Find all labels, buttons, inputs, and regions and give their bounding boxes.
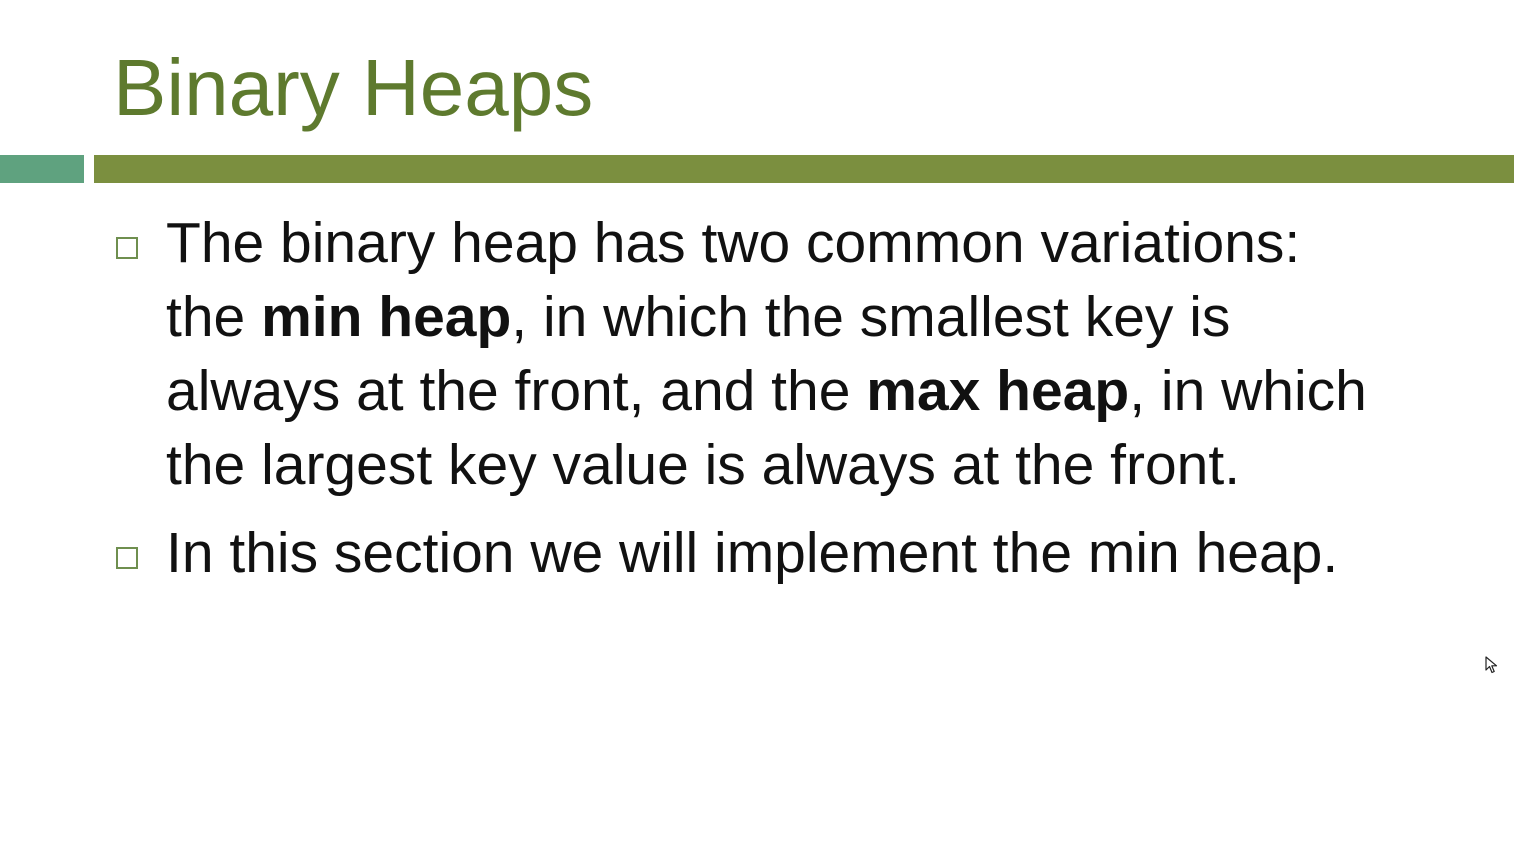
title-accent-bar-left — [0, 155, 84, 183]
slide-title: Binary Heaps — [113, 43, 594, 132]
hollow-square-bullet-icon — [116, 237, 138, 259]
bullet-text: In this section we will implement the mi… — [166, 521, 1338, 585]
bold-term-min-heap: min heap — [261, 285, 512, 349]
mouse-pointer-icon — [1485, 656, 1498, 674]
bullet-item: The binary heap has two common variation… — [113, 206, 1393, 502]
bold-term-max-heap: max heap — [866, 359, 1130, 423]
bullet-text: The binary heap has two common variation… — [166, 211, 1367, 497]
bullet-list: The binary heap has two common variation… — [113, 206, 1393, 590]
slide: Binary Heaps The binary heap has two com… — [0, 0, 1514, 843]
hollow-square-bullet-icon — [116, 547, 138, 569]
bullet-text-run: In this section we will implement the mi… — [166, 521, 1339, 585]
title-accent-bar — [94, 155, 1514, 183]
bullet-item: In this section we will implement the mi… — [113, 516, 1393, 590]
